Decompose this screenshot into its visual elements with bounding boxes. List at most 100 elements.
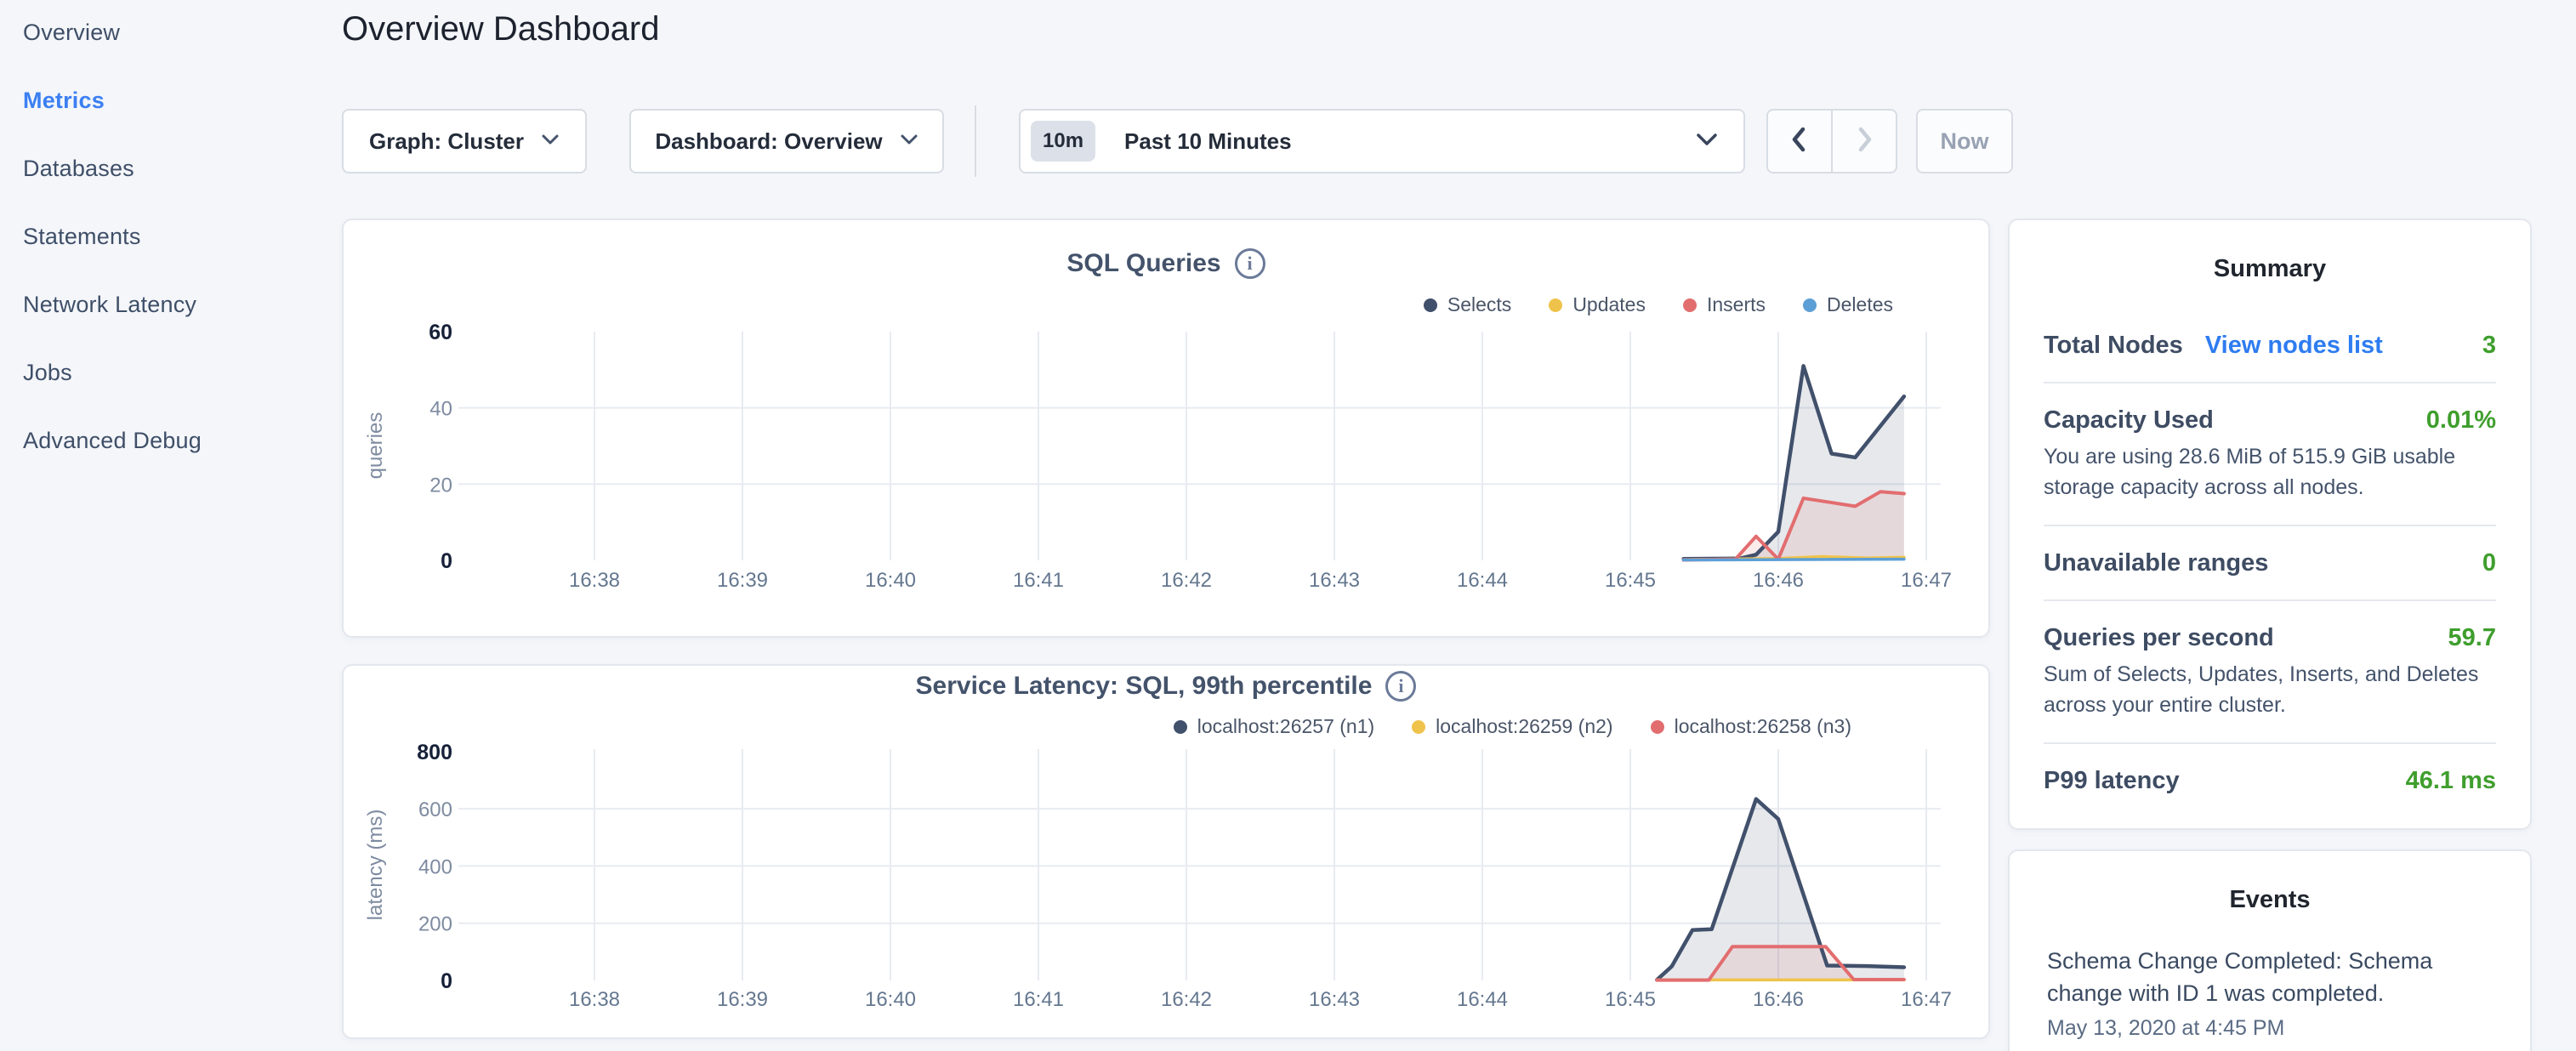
- x-tick-label: 16:46: [1753, 988, 1804, 1011]
- legend-item[interactable]: localhost:26257 (n1): [1174, 715, 1374, 738]
- graph-dropdown[interactable]: Graph: Cluster: [342, 109, 587, 173]
- x-tick-label: 16:40: [865, 569, 916, 592]
- sidebar-item-metrics[interactable]: Metrics: [23, 87, 329, 114]
- x-tick-label: 16:41: [1013, 569, 1064, 592]
- event-item[interactable]: Schema Change Completed: Schema change w…: [2047, 945, 2493, 1041]
- x-tick-label: 16:40: [865, 988, 916, 1011]
- chart-legend: localhost:26257 (n1) localhost:26259 (n2)…: [1174, 715, 1851, 738]
- y-tick-label: 0: [441, 969, 452, 993]
- next-time-button[interactable]: [1831, 111, 1896, 172]
- y-axis-unit-label: queries: [364, 412, 387, 480]
- legend-label: Selects: [1447, 293, 1511, 316]
- sidebar-item-network-latency[interactable]: Network Latency: [23, 291, 329, 318]
- y-tick-label: 200: [418, 913, 452, 936]
- summary-panel: Summary Total NodesView nodes list3 Capac…: [2008, 219, 2532, 830]
- legend-dot-icon: [1651, 720, 1664, 734]
- summary-row-description: Sum of Selects, Updates, Inserts, and De…: [2044, 659, 2496, 720]
- dashboard-dropdown-label: Dashboard: Overview: [655, 128, 882, 155]
- x-tick-label: 16:45: [1605, 988, 1656, 1011]
- view-nodes-link[interactable]: View nodes list: [2205, 332, 2383, 360]
- page: Overview Metrics Databases Statements Networ…: [0, 0, 2576, 1051]
- sidebar-item-databases[interactable]: Databases: [23, 155, 329, 182]
- now-button-label: Now: [1941, 128, 1989, 155]
- chevron-down-icon: [1696, 133, 1718, 151]
- x-tick-label: 16:43: [1309, 569, 1360, 592]
- summary-heading: Summary: [2044, 254, 2496, 283]
- legend-dot-icon: [1412, 720, 1425, 734]
- events-list: Schema Change Completed: Schema change w…: [2047, 945, 2493, 1041]
- legend-item[interactable]: Updates: [1549, 293, 1646, 316]
- x-tick-label: 16:42: [1161, 569, 1212, 592]
- summary-row-head: P99 latency46.1 ms: [2044, 766, 2496, 795]
- x-tick-label: 16:39: [717, 988, 768, 1011]
- chevron-down-icon: [541, 134, 560, 150]
- summary-row-label: Capacity Used: [2044, 406, 2214, 435]
- chart-title: SQL Queries: [1066, 249, 1220, 278]
- x-tick-label: 16:45: [1605, 569, 1656, 592]
- x-tick-label: 16:42: [1161, 988, 1212, 1011]
- summary-row-label: Unavailable ranges: [2044, 548, 2268, 577]
- chevron-down-icon: [900, 134, 918, 150]
- legend-label: Deletes: [1827, 293, 1893, 316]
- legend-item[interactable]: Deletes: [1803, 293, 1893, 316]
- summary-row-head: Capacity Used 0.01%: [2044, 406, 2496, 435]
- toolbar-divider: [975, 105, 976, 177]
- y-tick-label: 800: [417, 741, 452, 764]
- chart-legend: Selects Updates Inserts Deletes: [1424, 293, 1893, 316]
- summary-row-value: 0.01%: [2426, 406, 2496, 435]
- legend-label: Inserts: [1707, 293, 1766, 316]
- y-axis-unit-label: latency (ms): [364, 810, 387, 921]
- legend-dot-icon: [1549, 298, 1562, 312]
- summary-row: Unavailable ranges 0: [2044, 525, 2496, 599]
- page-title: Overview Dashboard: [342, 10, 660, 48]
- time-range-label: Past 10 Minutes: [1124, 128, 1292, 155]
- chevron-left-icon: [1787, 124, 1812, 159]
- summary-row-label: Queries per second: [2044, 623, 2274, 652]
- summary-row-value: 59.7: [2448, 624, 2496, 652]
- sidebar-item-overview[interactable]: Overview: [23, 19, 329, 46]
- x-tick-label: 16:38: [569, 988, 620, 1011]
- y-tick-label: 60: [429, 321, 452, 344]
- time-range-selector[interactable]: 10m Past 10 Minutes: [1019, 109, 1745, 173]
- info-icon[interactable]: i: [1385, 671, 1416, 702]
- sidebar-item-advanced-debug[interactable]: Advanced Debug: [23, 427, 329, 454]
- event-text: Schema Change Completed: Schema change w…: [2047, 945, 2447, 1009]
- x-tick-label: 16:41: [1013, 988, 1064, 1011]
- x-tick-label: 16:44: [1457, 569, 1508, 592]
- legend-dot-icon: [1174, 720, 1187, 734]
- sql-queries-chart-card: SQL Queries i Selects Updates Inserts Delet…: [342, 219, 1990, 638]
- legend-item[interactable]: Selects: [1424, 293, 1511, 316]
- summary-row-head: Total NodesView nodes list3: [2044, 331, 2496, 360]
- dashboard-dropdown[interactable]: Dashboard: Overview: [629, 109, 944, 173]
- service-latency-chart-card: Service Latency: SQL, 99th percentile i …: [342, 664, 1990, 1039]
- chart-title-row: SQL Queries i: [344, 220, 1988, 279]
- y-tick-label: 600: [418, 798, 452, 821]
- legend-item[interactable]: localhost:26258 (n3): [1651, 715, 1851, 738]
- y-tick-label: 0: [441, 549, 452, 573]
- summary-row: Queries per second 59.7 Sum of Selects, Up…: [2044, 599, 2496, 742]
- summary-rows: Total NodesView nodes list3 Capacity Used…: [2044, 309, 2496, 817]
- sidebar-item-jobs[interactable]: Jobs: [23, 359, 329, 386]
- time-pager: [1766, 109, 1897, 173]
- previous-time-button[interactable]: [1768, 111, 1831, 172]
- graph-dropdown-label: Graph: Cluster: [369, 128, 524, 155]
- x-tick-label: 16:39: [717, 569, 768, 592]
- chart-title-row: Service Latency: SQL, 99th percentile i: [344, 666, 1988, 702]
- chart-title: Service Latency: SQL, 99th percentile: [916, 672, 1373, 701]
- x-tick-label: 16:44: [1457, 988, 1508, 1011]
- summary-row-value: 0: [2482, 549, 2496, 577]
- legend-dot-icon: [1683, 298, 1697, 312]
- summary-row: Capacity Used0.01%You are using 28.6 MiB…: [2044, 382, 2496, 525]
- info-icon[interactable]: i: [1235, 248, 1265, 279]
- legend-item[interactable]: localhost:26259 (n2): [1412, 715, 1612, 738]
- legend-item[interactable]: Inserts: [1683, 293, 1766, 316]
- x-tick-label: 16:47: [1901, 569, 1952, 592]
- sidebar-item-statements[interactable]: Statements: [23, 223, 329, 250]
- legend-label: Updates: [1572, 293, 1646, 316]
- summary-row: Total NodesView nodes list3: [2044, 309, 2496, 382]
- legend-label: localhost:26257 (n1): [1197, 715, 1374, 738]
- x-tick-label: 16:43: [1309, 988, 1360, 1011]
- x-tick-label: 16:38: [569, 569, 620, 592]
- sql-queries-plot: 16:38 16:39 16:40 16:41 16:42 16:43 16:44 16:45…: [344, 220, 1992, 639]
- now-button[interactable]: Now: [1916, 109, 2013, 173]
